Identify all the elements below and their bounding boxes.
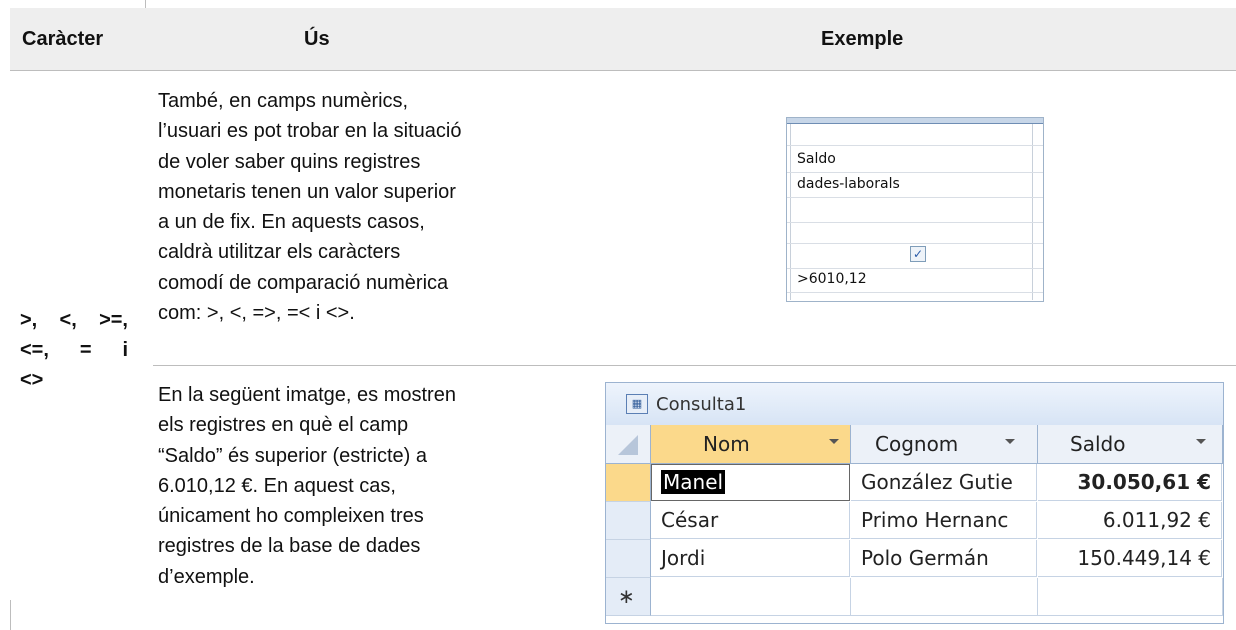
query-design-grid: Saldo dades-laborals ✓ >6010,12 bbox=[786, 117, 1044, 302]
text-line: monetaris tenen un valor superior bbox=[158, 180, 456, 203]
grid-top-bar bbox=[787, 118, 1043, 124]
grid-row-line bbox=[787, 172, 1043, 173]
column-rule-bottom bbox=[10, 600, 11, 630]
query-datasheet: ▦ Consulta1 Nom Cognom Saldo Manel Gonzá… bbox=[605, 382, 1224, 624]
query-icon: ▦ bbox=[626, 394, 648, 414]
new-record-icon: ∗ bbox=[618, 586, 635, 608]
grid-column-line bbox=[790, 124, 791, 300]
character-line: <> bbox=[20, 369, 44, 391]
usage-text-row2: En la següent imatge, es mostren els reg… bbox=[158, 380, 578, 592]
text-line: els registres en què el camp bbox=[158, 414, 409, 437]
grid-row-line bbox=[787, 268, 1043, 269]
cell-saldo[interactable]: 6.011,92 € bbox=[1038, 502, 1222, 539]
new-cell-saldo[interactable] bbox=[1038, 578, 1223, 616]
column-header-saldo[interactable]: Saldo bbox=[1038, 425, 1223, 464]
grid-column-line bbox=[1032, 124, 1033, 300]
grid-criteria-value[interactable]: >6010,12 bbox=[797, 271, 867, 287]
cell-saldo[interactable]: 150.449,14 € bbox=[1038, 540, 1222, 577]
grid-field-value[interactable]: Saldo bbox=[797, 151, 836, 167]
text-line: de voler saber quins registres bbox=[158, 150, 421, 173]
select-all-corner[interactable] bbox=[606, 425, 651, 464]
row-divider bbox=[153, 365, 1236, 366]
character-line: >, <, >=, bbox=[20, 309, 128, 331]
text-line: També, en camps numèrics, bbox=[158, 90, 409, 112]
new-cell-nom[interactable] bbox=[651, 578, 851, 616]
header-us: Ús bbox=[304, 28, 330, 50]
character-cell: >, <, >=, <=, = i <> bbox=[20, 305, 128, 395]
cell-cognom[interactable]: González Gutie bbox=[851, 464, 1037, 501]
text-line: 6.010,12 €. En aquest cas, bbox=[158, 474, 396, 497]
header-caracter: Caràcter bbox=[22, 28, 104, 50]
usage-text-row1: També, en camps numèrics, l’usuari es po… bbox=[158, 86, 578, 328]
datasheet-title-bar: ▦ Consulta1 bbox=[606, 383, 1223, 426]
dropdown-arrow-icon[interactable] bbox=[1196, 439, 1206, 444]
character-line: <=, = i bbox=[20, 339, 128, 361]
grid-row-line bbox=[787, 243, 1043, 244]
cell-nom[interactable]: César bbox=[651, 502, 850, 539]
row-selector[interactable] bbox=[606, 502, 651, 540]
column-header-nom[interactable]: Nom bbox=[651, 425, 851, 464]
text-line: d’exemple. bbox=[158, 565, 255, 588]
new-cell-cognom[interactable] bbox=[851, 578, 1038, 616]
cell-nom[interactable]: Jordi bbox=[651, 540, 850, 577]
table-header: Caràcter Ús Exemple bbox=[10, 8, 1236, 71]
column-header-label: Cognom bbox=[875, 432, 959, 456]
show-checkbox[interactable]: ✓ bbox=[910, 246, 926, 262]
grid-table-value[interactable]: dades-laborals bbox=[797, 176, 900, 192]
dropdown-arrow-icon[interactable] bbox=[1005, 439, 1015, 444]
grid-row-line bbox=[787, 197, 1043, 198]
datasheet-title: Consulta1 bbox=[656, 394, 747, 415]
row-selector[interactable] bbox=[606, 540, 651, 578]
text-line: a un de fix. En aquests casos, bbox=[158, 211, 425, 234]
column-header-label: Nom bbox=[703, 432, 750, 456]
cell-saldo[interactable]: 30.050,61 € bbox=[1038, 464, 1222, 501]
text-line: únicament ho compleixen tres bbox=[158, 505, 424, 528]
text-line: comodí de comparació numèrica bbox=[158, 271, 449, 294]
header-exemple: Exemple bbox=[821, 28, 904, 50]
column-header-cognom[interactable]: Cognom bbox=[851, 425, 1038, 464]
column-header-label: Saldo bbox=[1070, 432, 1126, 456]
text-line: En la següent imatge, es mostren bbox=[158, 384, 456, 406]
grid-row-line bbox=[787, 292, 1043, 293]
column-rule-top bbox=[145, 0, 146, 8]
grid-row-line bbox=[787, 222, 1043, 223]
grid-row-line bbox=[787, 145, 1043, 146]
cell-cognom[interactable]: Primo Hernanc bbox=[851, 502, 1037, 539]
text-line: registres de la base de dades bbox=[158, 535, 421, 558]
cell-nom[interactable]: Manel bbox=[651, 464, 850, 501]
text-line: l’usuari es pot trobar en la situació bbox=[158, 120, 462, 143]
cell-cognom[interactable]: Polo Germán bbox=[851, 540, 1037, 577]
row-selector[interactable] bbox=[606, 464, 651, 502]
text-line: caldrà utilitzar els caràcters bbox=[158, 241, 401, 264]
select-all-icon bbox=[618, 435, 638, 455]
dropdown-arrow-icon[interactable] bbox=[829, 439, 839, 444]
new-record-selector[interactable]: ∗ bbox=[606, 578, 651, 616]
text-line: “Saldo” és superior (estricte) a bbox=[158, 444, 427, 467]
cell-nom-text: Manel bbox=[661, 470, 726, 494]
text-line: com: >, <, =>, =< i <>. bbox=[158, 302, 355, 325]
